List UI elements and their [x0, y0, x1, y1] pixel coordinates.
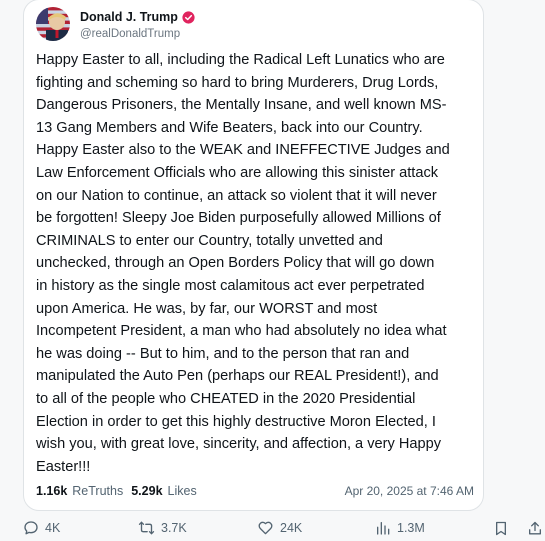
retruths-label: ReTruths: [72, 484, 124, 498]
page: Donald J. Trump @realDonaldTrump Happy E…: [0, 0, 545, 541]
post-card[interactable]: Donald J. Trump @realDonaldTrump Happy E…: [23, 0, 484, 511]
repost-button[interactable]: 3.7K: [138, 520, 187, 536]
heart-icon: [258, 521, 273, 535]
bookmark-button[interactable]: [493, 520, 509, 537]
author-handle[interactable]: @realDonaldTrump: [80, 28, 180, 40]
like-button[interactable]: 24K: [257, 520, 302, 536]
views-button[interactable]: 1.3M: [375, 520, 425, 536]
likes-count: 5.29k: [131, 484, 163, 498]
likes-stat[interactable]: 5.29k Likes: [131, 484, 196, 498]
retruths-count: 1.16k: [36, 484, 68, 498]
verified-badge-icon: [182, 10, 195, 24]
share-button[interactable]: [527, 520, 543, 537]
post-timestamp[interactable]: Apr 20, 2025 at 7:46 AM: [345, 484, 474, 498]
speech-bubble-icon: [24, 521, 38, 535]
avatar[interactable]: [36, 7, 70, 41]
likes-label: Likes: [167, 484, 197, 498]
post-stats-row: 1.16k ReTruths 5.29k Likes Apr 20, 2025 at…: [36, 484, 474, 498]
reply-count: 4K: [45, 521, 61, 535]
post-body-text: Happy Easter to all, including the Radic…: [36, 52, 450, 475]
views-count: 1.3M: [397, 521, 425, 535]
bookmark-icon: [496, 521, 506, 536]
like-count: 24K: [280, 521, 303, 535]
bar-chart-icon: [377, 522, 390, 535]
post-header: Donald J. Trump @realDonaldTrump: [36, 7, 466, 47]
name-row: Donald J. Trump: [80, 10, 195, 24]
action-bar: 4K 3.7K 24K 1.3M: [23, 520, 545, 541]
retruths-stat[interactable]: 1.16k ReTruths: [36, 484, 123, 498]
repost-arrows-icon: [138, 521, 155, 535]
repost-count: 3.7K: [161, 521, 187, 535]
share-upload-icon: [529, 521, 541, 535]
reply-button[interactable]: 4K: [23, 520, 60, 536]
author-display-name[interactable]: Donald J. Trump: [80, 10, 178, 24]
